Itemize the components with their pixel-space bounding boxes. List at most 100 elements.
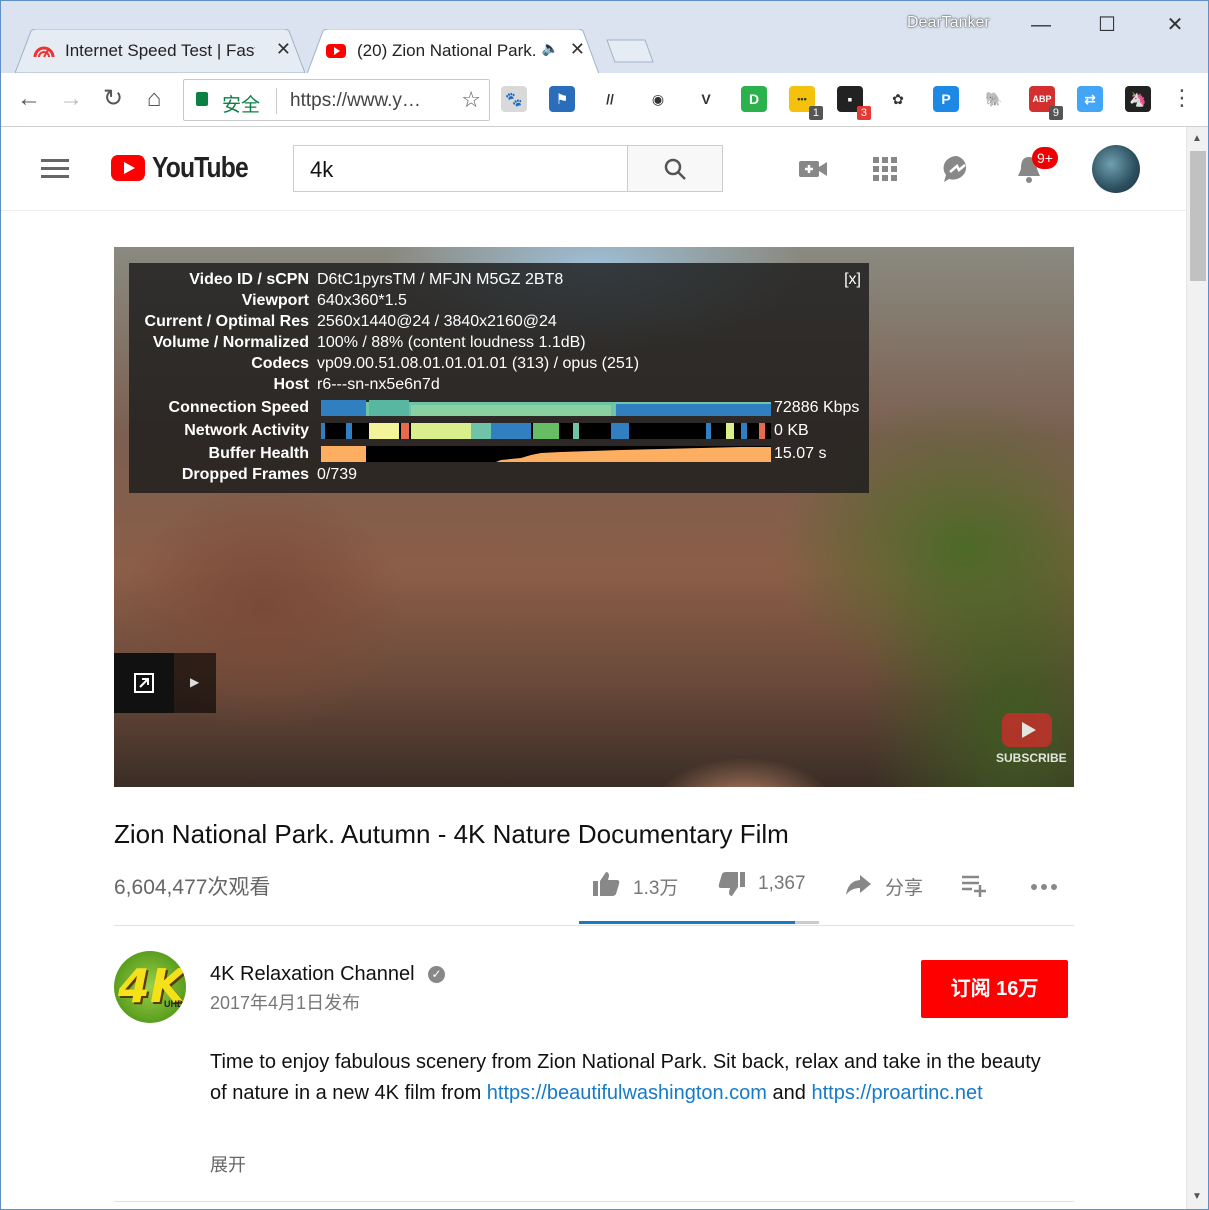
chrome-menu-icon[interactable]: ⋮ — [1171, 85, 1193, 111]
vimeo-ext-icon[interactable]: V — [693, 86, 719, 112]
video-player[interactable]: [x] Video ID / sCPN D6tC1pyrsTM / MFJN M5… — [114, 247, 1074, 787]
weibo-ext-icon[interactable]: ◉ — [645, 86, 671, 112]
back-button[interactable]: ← — [14, 85, 44, 115]
p-ext-icon[interactable]: P — [933, 86, 959, 112]
new-tab-button[interactable] — [605, 39, 655, 63]
tab-youtube[interactable]: (20) Zion National Park. Autumn 🔈 ✕ — [307, 29, 599, 74]
divider — [114, 1201, 1074, 1202]
dark-ext-icon[interactable]: ▪ 3 — [837, 86, 871, 120]
stat-value: 640x360*1.5 — [317, 292, 407, 309]
stats-for-nerds-panel: [x] Video ID / sCPN D6tC1pyrsTM / MFJN M5… — [129, 263, 869, 493]
description-link[interactable]: https://proartinc.net — [811, 1082, 982, 1104]
subscribe-button[interactable]: 订阅 16万 — [921, 960, 1068, 1018]
share-icon[interactable] — [843, 869, 873, 899]
dislike-icon[interactable] — [717, 869, 747, 899]
show-more-button[interactable]: 展开 — [210, 1151, 246, 1177]
stat-value: D6tC1pyrsTM / MFJN M5GZ 2BT8 — [317, 271, 564, 288]
like-count[interactable]: 1.3万 — [633, 873, 678, 900]
description-link[interactable]: https://beautifulwashington.com — [487, 1082, 767, 1104]
minimize-button[interactable]: — — [1011, 5, 1071, 45]
speaker-icon[interactable]: 🔈 — [542, 40, 559, 57]
divider — [114, 925, 1074, 926]
user-avatar[interactable] — [1092, 145, 1140, 193]
stat-value: vp09.00.51.08.01.01.01.01 (313) / opus (… — [317, 355, 640, 372]
stat-value: 15.07 s — [774, 445, 827, 462]
upload-video-icon[interactable] — [797, 153, 829, 185]
tab-title: (20) Zion National Park. Autumn — [357, 41, 535, 60]
address-bar[interactable]: 安全 https://www.y… ☆ — [183, 79, 490, 121]
reload-button[interactable]: ↻ — [98, 85, 128, 115]
scrollbar-thumb[interactable] — [1190, 151, 1206, 281]
stat-label: Video ID / sCPN — [189, 271, 309, 288]
open-card-button[interactable] — [114, 653, 174, 713]
stat-value: 100% / 88% (content loudness 1.1dB) — [317, 334, 586, 351]
dislike-count[interactable]: 1,367 — [758, 873, 806, 895]
tab-close-icon[interactable]: ✕ — [570, 39, 585, 60]
stat-label: Volume / Normalized — [152, 334, 309, 351]
evernote-ext-icon[interactable]: 🐘 — [981, 86, 1007, 112]
link-ext-icon[interactable]: // — [597, 86, 623, 112]
channel-avatar[interactable]: 4K UHD — [114, 951, 186, 1023]
share-label[interactable]: 分享 — [885, 873, 923, 900]
yellow-ext-icon[interactable]: ••• 1 — [789, 86, 823, 120]
stat-value: 0 KB — [774, 422, 809, 439]
stat-value: 72886 Kbps — [774, 399, 860, 416]
stat-label: Network Activity — [184, 422, 309, 439]
like-icon[interactable] — [591, 869, 621, 899]
home-button[interactable]: ⌂ — [139, 85, 169, 115]
hamburger-menu-icon[interactable] — [41, 159, 69, 179]
stat-label: Connection Speed — [168, 399, 309, 416]
search-input[interactable]: 4k — [293, 145, 627, 192]
video-description: Time to enjoy fabulous scenery from Zion… — [210, 1047, 1050, 1109]
search-button[interactable] — [627, 145, 723, 192]
apps-grid-icon[interactable] — [869, 153, 901, 185]
search-icon — [664, 158, 686, 180]
stat-label: Buffer Health — [208, 445, 309, 462]
stat-label: Viewport — [241, 292, 309, 309]
network-activity-graph — [321, 423, 771, 439]
channel-name[interactable]: 4K Relaxation Channel — [210, 963, 415, 986]
close-window-button[interactable]: ✕ — [1145, 5, 1205, 45]
tab-close-icon[interactable]: ✕ — [276, 39, 291, 60]
forward-button[interactable]: → — [56, 85, 86, 115]
description-text: and — [766, 1082, 812, 1104]
scroll-down-arrow-icon[interactable]: ▼ — [1192, 1191, 1202, 1202]
profile-name[interactable]: DearTanker — [907, 14, 990, 32]
translate-ext-icon[interactable]: ⇄ — [1077, 86, 1103, 112]
extension-badge: 9 — [1048, 106, 1063, 120]
subscribe-watermark[interactable]: SUBSCRIBE — [996, 711, 1067, 767]
page-scrollbar[interactable]: ▲ ▼ — [1186, 127, 1208, 1209]
youtube-play-icon — [1002, 713, 1052, 747]
fast-com-icon — [33, 46, 55, 58]
maximize-button[interactable]: ☐ — [1077, 5, 1137, 45]
bookmark-star-icon[interactable]: ☆ — [461, 87, 481, 113]
adblock-ext-icon[interactable]: ABP 9 — [1029, 86, 1063, 120]
messages-icon[interactable] — [941, 153, 973, 185]
scroll-up-arrow-icon[interactable]: ▲ — [1192, 133, 1202, 144]
secure-label: 安全 — [222, 95, 261, 116]
chevron-right-icon[interactable]: ▶ — [190, 675, 199, 689]
notification-count-badge: 9+ — [1032, 147, 1058, 169]
paw-ext-icon[interactable]: 🐾 — [501, 86, 527, 112]
verified-badge-icon: ✓ — [428, 966, 445, 983]
tab-fast-com[interactable]: Internet Speed Test | Fast.com ✕ — [15, 29, 305, 73]
youtube-logo-icon[interactable] — [111, 155, 145, 181]
photos-ext-icon[interactable]: ✿ — [885, 86, 911, 112]
unicorn-ext-icon[interactable]: 🦄 — [1125, 86, 1151, 112]
youtube-logo-text[interactable]: YouTube — [152, 152, 249, 185]
url-text[interactable]: https://www.y… — [290, 90, 421, 112]
flag-ext-icon[interactable]: ⚑ — [549, 86, 575, 112]
connection-speed-graph — [321, 400, 771, 416]
view-count: 6,604,477次观看 — [114, 876, 271, 899]
address-separator — [276, 88, 277, 114]
stat-value: 0/739 — [317, 466, 358, 483]
youtube-header: YouTube 4k — [1, 127, 1186, 211]
annotation-card-teaser[interactable]: ▶ — [114, 653, 216, 713]
stat-label: Host — [273, 376, 309, 393]
more-actions-icon[interactable] — [1029, 869, 1059, 899]
title-bar: Internet Speed Test | Fast.com ✕ (20) Zi… — [1, 1, 1208, 74]
browser-window: Internet Speed Test | Fast.com ✕ (20) Zi… — [0, 0, 1209, 1210]
browser-toolbar: ← → ↻ ⌂ 安全 https://www.y… ☆ 🐾 ⚑ // ◉ V D ••• 1 ▪… — [1, 73, 1208, 127]
add-to-playlist-icon[interactable] — [959, 869, 989, 899]
green-d-ext-icon[interactable]: D — [741, 86, 767, 112]
